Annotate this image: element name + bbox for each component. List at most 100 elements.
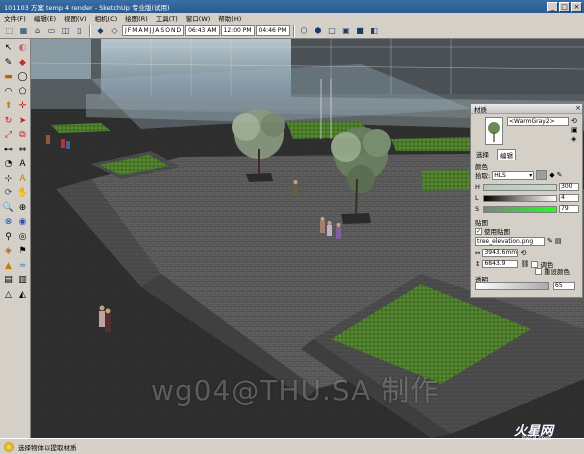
texture-width-field[interactable]: 3943.6mm: [482, 249, 519, 257]
eraser-icon[interactable]: ◐: [16, 42, 29, 55]
wireframe-icon[interactable]: ⬢: [312, 24, 325, 37]
follow-me-icon[interactable]: ➤: [16, 115, 29, 128]
front-view-icon[interactable]: ▭: [45, 24, 58, 37]
right-view-icon[interactable]: ◫: [59, 24, 72, 37]
month-sep[interactable]: S: [160, 27, 164, 34]
month-apr[interactable]: A: [138, 27, 142, 34]
reset-size-icon[interactable]: ⟲: [520, 249, 526, 257]
texture-height-field[interactable]: 6843.9: [482, 260, 519, 268]
create-material-icon[interactable]: ▣: [571, 126, 580, 134]
color-swatch[interactable]: [536, 170, 548, 180]
lightness-slider[interactable]: [483, 194, 557, 202]
menu-file[interactable]: 文件(F): [4, 13, 26, 23]
arc-icon[interactable]: ◠: [2, 86, 15, 99]
material-name-field[interactable]: <WarmGray2>: [507, 117, 569, 126]
back-view-icon[interactable]: ▯: [73, 24, 86, 37]
fog-icon[interactable]: ◇: [108, 24, 121, 37]
zoom-icon[interactable]: 🔍: [2, 202, 15, 215]
menu-edit[interactable]: 编辑(E): [34, 13, 56, 23]
eyedropper-icon[interactable]: ✎: [557, 171, 563, 179]
lightness-value[interactable]: 4: [559, 194, 579, 202]
stamp-icon[interactable]: ▤: [2, 274, 15, 287]
rectangle-icon[interactable]: ▬: [2, 71, 15, 84]
month-nov[interactable]: N: [171, 27, 176, 34]
opacity-value[interactable]: 65: [553, 282, 575, 290]
menu-camera[interactable]: 相机(C): [95, 13, 118, 23]
section-plane-icon[interactable]: ◈: [2, 245, 15, 258]
rotate-icon[interactable]: ↻: [2, 115, 15, 128]
axes-icon[interactable]: ⊹: [2, 173, 15, 186]
refresh-icon[interactable]: ⟲: [571, 117, 580, 125]
previous-view-icon[interactable]: ◉: [16, 216, 29, 229]
tab-edit[interactable]: 编辑: [497, 149, 516, 160]
sandbox-icon[interactable]: ▲: [2, 260, 15, 273]
info-icon[interactable]: [4, 441, 14, 452]
smoove-icon[interactable]: ≈: [16, 260, 29, 273]
zoom-window-icon[interactable]: ⊕: [16, 202, 29, 215]
look-around-icon[interactable]: ◎: [16, 231, 29, 244]
picker-mode-select[interactable]: HLS: [492, 170, 535, 180]
edit-texture-icon[interactable]: ✎: [547, 237, 553, 245]
detail-icon[interactable]: △: [2, 289, 15, 302]
month-jul[interactable]: J: [153, 27, 155, 34]
month-jan[interactable]: J: [125, 27, 127, 34]
sunset-time[interactable]: 04:46 PM: [255, 25, 290, 36]
material-thumbnail[interactable]: [485, 117, 503, 145]
menu-window[interactable]: 窗口(W): [186, 13, 211, 23]
hue-slider[interactable]: [483, 183, 557, 191]
saturation-slider[interactable]: [483, 205, 557, 213]
texture-file-field[interactable]: tree_elevation.png: [475, 236, 545, 246]
component-icon[interactable]: ⬚: [3, 24, 16, 37]
shadow-icon[interactable]: ◆: [94, 24, 107, 37]
month-dec[interactable]: D: [176, 27, 181, 34]
paint-bucket-icon[interactable]: ◆: [16, 57, 29, 70]
text-icon[interactable]: A: [16, 158, 29, 171]
browse-folder-icon[interactable]: ▤: [555, 237, 562, 245]
shaded-texture-icon[interactable]: ■: [354, 24, 367, 37]
month-jun[interactable]: J: [150, 27, 152, 34]
offset-icon[interactable]: ⧉: [16, 129, 29, 142]
orbit-icon[interactable]: ⟳: [2, 187, 15, 200]
open-icon[interactable]: ▦: [17, 24, 30, 37]
flip-edge-icon[interactable]: ◭: [16, 289, 29, 302]
hue-value[interactable]: 300: [559, 183, 579, 191]
move-icon[interactable]: ✛: [16, 100, 29, 113]
month-selector[interactable]: J F M A M J J A S O N D: [122, 25, 185, 36]
month-oct[interactable]: O: [165, 27, 170, 34]
walk-icon[interactable]: ⚲: [2, 231, 15, 244]
zoom-extents-icon[interactable]: ⊗: [2, 216, 15, 229]
panel-title-bar[interactable]: 材质 ×: [471, 104, 582, 114]
hidden-line-icon[interactable]: □: [326, 24, 339, 37]
close-icon[interactable]: ×: [574, 104, 582, 113]
sunrise-time[interactable]: 06:43 AM: [185, 25, 220, 36]
tape-measure-icon[interactable]: ⊷: [2, 144, 15, 157]
3d-text-icon[interactable]: A: [16, 173, 29, 186]
month-mar[interactable]: M: [132, 27, 137, 34]
position-camera-icon[interactable]: ⚑: [16, 245, 29, 258]
use-texture-checkbox[interactable]: ✓: [475, 227, 482, 235]
reset-swatch-icon[interactable]: ◆: [549, 171, 554, 179]
polygon-icon[interactable]: ⬠: [16, 86, 29, 99]
maximize-button[interactable]: □: [559, 1, 570, 12]
drape-icon[interactable]: ▥: [16, 274, 29, 287]
xray-icon[interactable]: ⬡: [298, 24, 311, 37]
select-icon[interactable]: ↖: [2, 42, 15, 55]
reset-color-label[interactable]: 重设颜色: [544, 266, 570, 276]
month-feb[interactable]: F: [128, 27, 131, 34]
scale-icon[interactable]: ⤢: [2, 129, 15, 142]
sample-paint-icon[interactable]: ◈: [571, 135, 580, 143]
push-pull-icon[interactable]: ⬆: [2, 100, 15, 113]
menu-help[interactable]: 帮助(H): [218, 13, 241, 23]
home-icon[interactable]: ⌂: [31, 24, 44, 37]
menu-tools[interactable]: 工具(T): [156, 13, 178, 23]
shaded-icon[interactable]: ▣: [340, 24, 353, 37]
dimension-icon[interactable]: ⇔: [16, 144, 29, 157]
menu-draw[interactable]: 绘图(R): [125, 13, 148, 23]
saturation-value[interactable]: 79: [559, 205, 579, 213]
noon-time[interactable]: 12:00 PM: [220, 25, 255, 36]
month-aug[interactable]: A: [155, 27, 159, 34]
menu-view[interactable]: 视图(V): [64, 13, 87, 23]
protractor-icon[interactable]: ◔: [2, 158, 15, 171]
minimize-button[interactable]: _: [547, 1, 558, 12]
tab-select[interactable]: 选择: [474, 149, 491, 160]
